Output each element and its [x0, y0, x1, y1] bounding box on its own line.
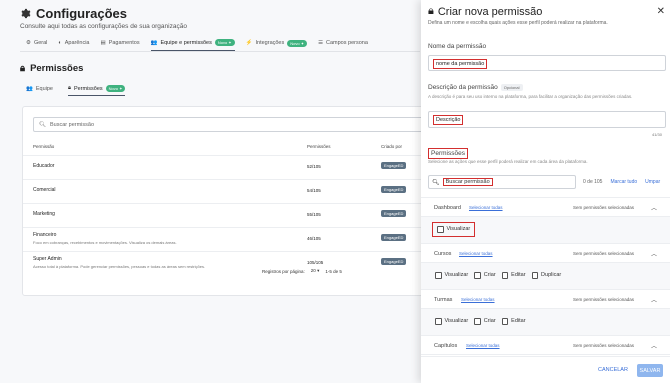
permissions-label: Permissões: [428, 148, 468, 159]
permissions-tools: 0 de 105 Marcar tudo Umpar: [583, 179, 660, 185]
checkbox-duplicar[interactable]: Duplicar: [531, 272, 562, 279]
checkbox-label: Visualizar: [446, 226, 471, 233]
group-header-dashboard[interactable]: Dashboard Selecionar todas Sem permissõe…: [421, 197, 670, 217]
group-header-capitulos[interactable]: Capítulos Selecionar todas Sem permissõe…: [421, 335, 670, 355]
close-icon[interactable]: ✕: [657, 6, 665, 17]
mark-all-link[interactable]: Marcar tudo: [610, 179, 637, 185]
description-field-value: Descrição: [433, 115, 464, 125]
checkbox-label: Visualizar: [444, 272, 469, 279]
save-button[interactable]: SALVAR: [637, 364, 663, 377]
name-field-value: nome da permissão: [433, 59, 488, 69]
permissions-search-value: Buscar permissão: [442, 178, 493, 186]
group-body-dashboard: Visualizar: [421, 217, 670, 244]
group-header-cursos[interactable]: Cursos Selecionar todas Sem permissões s…: [421, 243, 670, 263]
drawer-title-text: Criar nova permissão: [437, 5, 543, 18]
group-status: Sem permissões selecionadas: [573, 297, 635, 302]
description-counter: 41/30: [651, 132, 662, 137]
checkbox-visualizar[interactable]: Visualizar: [435, 272, 468, 279]
checkbox-criar[interactable]: Criar: [474, 272, 496, 279]
checkbox-criar[interactable]: Criar: [474, 318, 496, 325]
group-status: Sem permissões selecionadas: [573, 251, 635, 256]
checkbox-row: Visualizar: [432, 222, 476, 237]
group-name: Dashboard: [434, 205, 461, 211]
checkbox-box[interactable]: [435, 272, 442, 279]
cancel-button[interactable]: CANCELAR: [598, 367, 628, 373]
checkbox-box[interactable]: [435, 318, 442, 325]
description-field[interactable]: Descrição: [428, 111, 666, 128]
drawer-title: 🔒︎ Criar nova permissão: [428, 5, 542, 18]
checkbox-label: Editar: [511, 272, 526, 279]
group-name: Capítulos: [434, 343, 458, 349]
group-status: Sem permissões selecionadas: [573, 205, 635, 210]
lock-icon: 🔒︎: [428, 5, 434, 17]
checkbox-label: Criar: [483, 318, 496, 325]
group-name: Cursos: [434, 251, 452, 257]
group-header-turmas[interactable]: Turmas Selecionar todas Sem permissões s…: [421, 289, 670, 309]
checkbox-label: Editar: [511, 318, 526, 325]
checkbox-label: Visualizar: [444, 318, 469, 325]
checkbox-label: Duplicar: [541, 272, 562, 279]
checkbox-box[interactable]: [474, 318, 481, 325]
select-all-link[interactable]: Selecionar todas: [469, 205, 503, 210]
checkbox-label: Criar: [483, 272, 496, 279]
checkbox-box[interactable]: [474, 272, 481, 279]
description-help: A descrição é para seu uso interno na pl…: [428, 94, 633, 99]
group-name: Turmas: [434, 297, 453, 303]
group-status: Sem permissões selecionadas: [573, 343, 635, 348]
select-all-link[interactable]: Selecionar todas: [459, 251, 493, 256]
chevron-up-icon[interactable]: ︿: [651, 341, 657, 350]
checkbox-box[interactable]: [437, 226, 444, 233]
search-icon: 🔍︎: [432, 179, 440, 186]
select-all-link[interactable]: Selecionar todas: [461, 297, 495, 302]
selected-count: 0 de 105: [583, 179, 603, 185]
create-permission-drawer: 🔒︎ Criar nova permissão Defina um nome e…: [421, 0, 670, 383]
checkbox-editar[interactable]: Editar: [501, 318, 526, 325]
permissions-search-input[interactable]: 🔍︎ Buscar permissão: [428, 175, 576, 189]
backdrop[interactable]: [0, 0, 422, 383]
checkbox-editar[interactable]: Editar: [501, 272, 526, 279]
drawer-subtitle: Defina um nome e escolha quais ações ess…: [428, 20, 608, 26]
chevron-up-icon[interactable]: ︿: [651, 203, 657, 212]
checkbox-box[interactable]: [531, 272, 539, 279]
chevron-up-icon[interactable]: ︿: [651, 295, 657, 304]
description-label-text: Descrição da permissão: [428, 84, 498, 91]
checkbox-visualizar[interactable]: Visualizar: [437, 226, 470, 233]
checkbox-visualizar[interactable]: Visualizar: [435, 318, 468, 325]
drawer-footer: CANCELAR SALVAR: [421, 356, 670, 383]
select-all-link[interactable]: Selecionar todas: [466, 343, 500, 348]
group-body-turmas: Visualizar Criar Editar: [421, 309, 670, 336]
chevron-up-icon[interactable]: ︿: [651, 249, 657, 258]
name-label: Nome da permissão: [428, 43, 487, 50]
name-field[interactable]: nome da permissão: [428, 55, 666, 71]
description-label: Descrição da permissão Opcional: [428, 83, 523, 91]
permissions-help: Selecione as ações que esse perfil poder…: [428, 159, 588, 164]
optional-chip: Opcional: [500, 83, 523, 91]
checkbox-row: Visualizar Criar Editar Duplicar: [435, 272, 561, 279]
checkbox-box[interactable]: [501, 272, 509, 279]
group-body-cursos: Visualizar Criar Editar Duplicar: [421, 263, 670, 290]
clear-link[interactable]: Umpar: [645, 179, 660, 185]
checkbox-row: Visualizar Criar Editar: [435, 318, 526, 325]
checkbox-box[interactable]: [501, 318, 509, 325]
